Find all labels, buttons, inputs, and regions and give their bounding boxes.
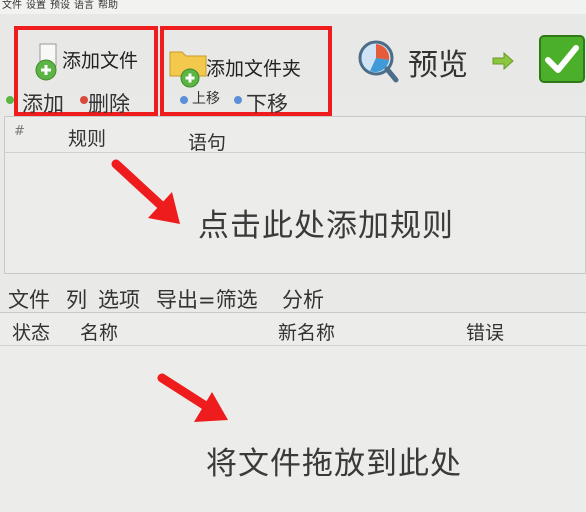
files-col-error[interactable]: 错误 — [466, 318, 504, 345]
delete-rule-icon — [80, 96, 88, 104]
main-toolbar: 添加文件 添加文件夹 预览 — [0, 14, 586, 116]
preview-label: 预览 — [408, 48, 468, 83]
add-rule-button[interactable]: 添加 — [22, 88, 64, 118]
files-col-name[interactable]: 名称 — [80, 318, 118, 345]
move-down-icon — [234, 96, 242, 104]
rules-col-rule[interactable]: 规则 — [68, 124, 106, 151]
menu-help[interactable]: 帮助 — [98, 0, 118, 12]
rules-col-statement[interactable]: 语句 — [188, 128, 226, 155]
preview-button[interactable]: 预览 — [356, 28, 476, 98]
rules-col-index[interactable]: # — [14, 124, 25, 139]
move-down-button[interactable]: 下移 — [246, 88, 288, 118]
files-menu-options[interactable]: 选项 — [98, 284, 140, 314]
menu-file[interactable]: 文件 — [2, 0, 22, 12]
move-up-button[interactable]: 上移 — [192, 88, 220, 108]
files-col-new-name[interactable]: 新名称 — [278, 318, 335, 345]
rules-empty-hint[interactable]: 点击此处添加规则 — [198, 200, 454, 245]
menu-presets[interactable]: 预设 — [50, 0, 70, 12]
menu-bar: 文件 设置 预设 语言 帮助 — [0, 0, 586, 14]
files-drop-hint[interactable]: 将文件拖放到此处 — [206, 438, 462, 483]
rules-toolbar: 添加 删除 上移 下移 — [0, 91, 586, 116]
start-rename-button[interactable] — [538, 34, 586, 90]
menu-settings[interactable]: 设置 — [26, 0, 46, 12]
delete-rule-button[interactable]: 删除 — [88, 88, 130, 118]
add-rule-icon — [6, 96, 14, 104]
move-up-icon — [180, 96, 188, 104]
start-check-icon — [539, 35, 585, 83]
files-menu-export-filter[interactable]: 导出=筛选 — [156, 284, 258, 314]
red-arrow-files — [157, 373, 228, 422]
files-menu-columns[interactable]: 列 — [66, 284, 87, 314]
preview-icon — [358, 40, 399, 83]
files-menu-analyze[interactable]: 分析 — [282, 284, 324, 314]
files-menu-file[interactable]: 文件 — [8, 284, 50, 314]
files-toolbar: 文件 列 选项 导出=筛选 分析 — [0, 280, 586, 312]
files-col-status[interactable]: 状态 — [12, 318, 50, 345]
menu-language[interactable]: 语言 — [74, 0, 94, 12]
red-arrow-rules — [111, 159, 180, 224]
files-header-divider — [0, 345, 586, 346]
rules-header-divider — [4, 152, 586, 153]
arrow-right-icon — [492, 52, 514, 70]
